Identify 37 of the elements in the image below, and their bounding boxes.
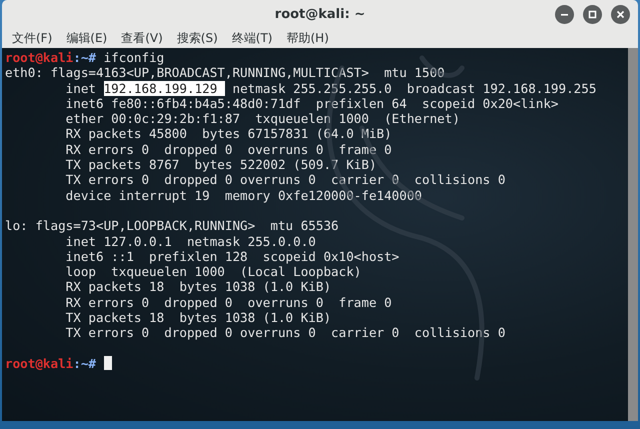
output-text: inet — [64, 80, 97, 96]
output-line: TX errors 0 dropped 0 overruns 0 carrier 0 collisions 0 — [64, 172, 506, 188]
scrollbar[interactable] — [628, 48, 638, 421]
close-button[interactable] — [611, 5, 630, 24]
menu-item[interactable]: 帮助(H) — [286, 30, 329, 47]
output-line: ether 00:0c:29:2b:f1:87 txqueuelen 1000 (Ethernet) — [64, 111, 461, 126]
output-line: device interrupt 19 memory 0xfe120000-fe140000 — [64, 188, 424, 203]
output-line: TX errors 0 dropped 0 overruns 0 carrier 0 collisions 0 — [64, 325, 506, 341]
output-line: RX packets 18 bytes 1038 (1.0 KiB) — [64, 279, 332, 295]
prompt-user: root@kali — [5, 356, 74, 371]
menu-item[interactable]: 编辑(E) — [66, 30, 108, 47]
output-line: eth0: flags=4163<UP,BROADCAST,RUNNING,MULTICAST> mtu 1500 — [5, 65, 446, 81]
output-line: RX errors 0 dropped 0 overruns 0 frame 0 — [64, 294, 393, 310]
prompt-path: :~# — [73, 356, 97, 371]
output-line: lo: flags=73<UP,LOOPBACK,RUNNING> mtu 65536 — [5, 218, 340, 234]
prompt-user: root@kali — [5, 50, 74, 65]
menu-item[interactable]: 搜索(S) — [176, 30, 218, 47]
output-line: TX packets 8767 bytes 522002 (509.7 KiB) — [64, 157, 378, 172]
output-line: inet6 ::1 prefixlen 128 scopeid 0x10<host> — [64, 248, 400, 264]
close-icon — [616, 10, 625, 19]
output-text: netmask 255.255.255.0 broadcast 192.168.199.255 — [231, 80, 596, 96]
selected-text: 192.168.199.129 — [104, 80, 225, 96]
prompt-path: :~# — [73, 50, 97, 65]
output-line: TX packets 18 bytes 1038 (1.0 KiB) — [64, 310, 332, 326]
menu-item[interactable]: 终端(T) — [232, 30, 272, 47]
command-text: ifconfig — [104, 50, 164, 65]
output-line: inet6 fe80::6fb4:b4a5:48d0:71df prefixlen 64 scopeid 0x20<link> — [64, 96, 560, 112]
output-line: RX errors 0 dropped 0 overruns 0 frame 0 — [64, 142, 393, 158]
output-line: loop txqueuelen 1000 (Local Loopback) — [64, 264, 362, 280]
menu-item[interactable]: 文件(F) — [12, 30, 52, 47]
maximize-icon — [588, 10, 597, 19]
output-line: inet 127.0.0.1 netmask 255.0.0.0 — [64, 234, 317, 249]
maximize-button[interactable] — [583, 5, 602, 24]
output-line: RX packets 45800 bytes 67157831 (64.0 MiB) — [64, 126, 393, 142]
window-title: root@kali: ~ — [274, 7, 366, 22]
minimize-button[interactable] — [555, 5, 574, 24]
menu-item[interactable]: 查看(V) — [121, 30, 163, 47]
